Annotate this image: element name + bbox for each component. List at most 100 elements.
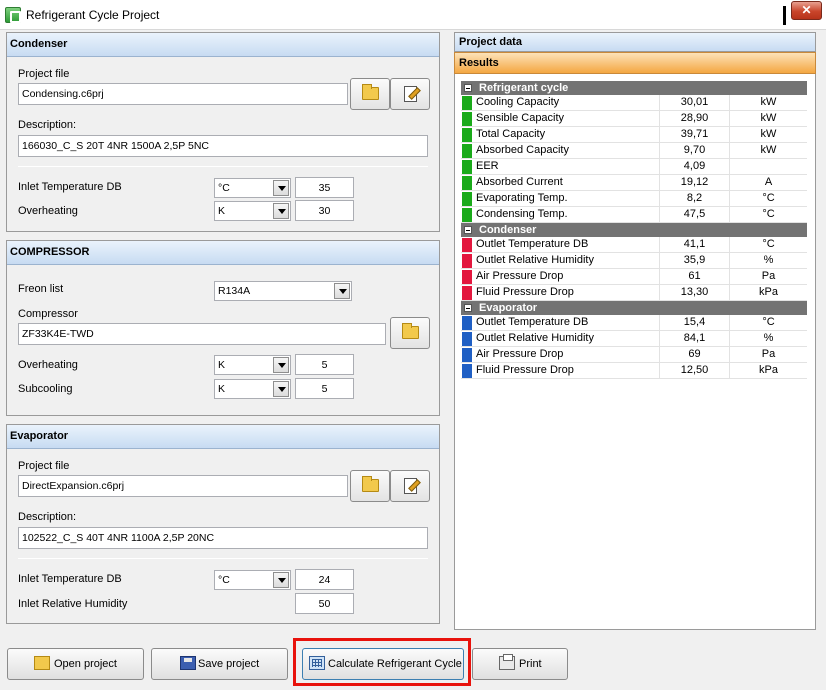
results-row: Fluid Pressure Drop 12,50 kPa bbox=[461, 363, 807, 379]
compressor-browse-button[interactable] bbox=[390, 317, 430, 349]
print-label: Print bbox=[519, 658, 542, 670]
evaporator-edit-button[interactable] bbox=[390, 470, 430, 502]
folder-open-icon bbox=[402, 323, 419, 339]
result-unit: °C bbox=[729, 191, 807, 206]
condenser-description-field[interactable]: 166030_C_S 20T 4NR 1500A 2,5P 5NC bbox=[18, 135, 428, 157]
condenser-project-file-field[interactable]: Condensing.c6prj bbox=[18, 83, 348, 105]
evaporator-description-label: Description: bbox=[18, 511, 77, 523]
result-name: Cooling Capacity bbox=[476, 96, 560, 108]
result-name: Condensing Temp. bbox=[476, 208, 568, 220]
evaporator-project-file-field[interactable]: DirectExpansion.c6prj bbox=[18, 475, 348, 497]
result-unit: °C bbox=[729, 207, 807, 222]
window-title: Refrigerant Cycle Project bbox=[26, 8, 160, 22]
results-row: Absorbed Current 19,12 A bbox=[461, 175, 807, 191]
result-unit: kW bbox=[729, 127, 807, 142]
condenser-inlet-temp-input[interactable]: 35 bbox=[295, 177, 354, 198]
chevron-down-icon[interactable] bbox=[273, 203, 289, 219]
compressor-overheating-input[interactable]: 5 bbox=[295, 354, 354, 375]
title-caret bbox=[783, 6, 786, 25]
compressor-overheating-label: Overheating bbox=[18, 359, 78, 371]
row-color-marker bbox=[462, 364, 472, 378]
chevron-down-icon[interactable] bbox=[334, 283, 350, 299]
condenser-divider bbox=[18, 166, 428, 167]
compressor-overheating-unit-select[interactable]: K bbox=[214, 355, 291, 375]
row-color-marker bbox=[462, 238, 472, 252]
chevron-down-icon[interactable] bbox=[273, 357, 289, 373]
results-group-header[interactable]: Evaporator bbox=[461, 301, 807, 315]
result-name: Absorbed Current bbox=[476, 176, 563, 188]
compressor-overheating-unit-value: K bbox=[218, 359, 226, 371]
result-value: 41,1 bbox=[659, 237, 729, 252]
results-row: EER 4,09 bbox=[461, 159, 807, 175]
results-row: Outlet Relative Humidity 84,1% bbox=[461, 331, 807, 347]
compressor-model-label: Compressor bbox=[18, 308, 78, 320]
result-value: 9,70 bbox=[659, 143, 729, 158]
highlight-box bbox=[293, 638, 471, 686]
result-name: Outlet Relative Humidity bbox=[476, 254, 594, 266]
freon-list-select[interactable]: R134A bbox=[214, 281, 352, 301]
subcooling-input[interactable]: 5 bbox=[295, 378, 354, 399]
folder-open-icon bbox=[362, 476, 379, 492]
condenser-project-file-label: Project file bbox=[18, 68, 70, 80]
condenser-overheating-unit-select[interactable]: K bbox=[214, 201, 291, 221]
results-row: Outlet Temperature DB 15,4 °C bbox=[461, 315, 807, 331]
row-color-marker bbox=[462, 192, 472, 206]
result-value: 12,50 bbox=[659, 363, 729, 378]
evaporator-inlet-rh-label: Inlet Relative Humidity bbox=[18, 598, 128, 610]
printer-icon bbox=[499, 654, 515, 670]
open-project-label: Open project bbox=[54, 658, 117, 670]
results-group-title: Condenser bbox=[479, 224, 537, 236]
chevron-down-icon[interactable] bbox=[273, 572, 289, 588]
row-color-marker bbox=[462, 176, 472, 190]
condenser-panel: Condenser Project file Condensing.c6prj … bbox=[6, 32, 440, 232]
open-project-button[interactable]: Open project bbox=[7, 648, 144, 680]
edit-icon bbox=[404, 86, 417, 102]
evaporator-inlet-temp-input[interactable]: 24 bbox=[295, 569, 354, 590]
evaporator-inlet-rh-input[interactable]: 50 bbox=[295, 593, 354, 614]
results-group-header[interactable]: Condenser bbox=[461, 223, 807, 237]
save-project-label: Save project bbox=[198, 658, 260, 670]
result-unit: kPa bbox=[729, 285, 807, 300]
result-value: 84,1 bbox=[659, 331, 729, 346]
evaporator-inlet-temp-unit-select[interactable]: °C bbox=[214, 570, 291, 590]
condenser-overheating-unit-value: K bbox=[218, 205, 226, 217]
collapse-icon[interactable] bbox=[464, 304, 472, 312]
row-color-marker bbox=[462, 332, 472, 346]
results-group-header[interactable]: Refrigerant cycle bbox=[461, 81, 807, 95]
freon-list-label: Freon list bbox=[18, 283, 64, 295]
evaporator-browse-button[interactable] bbox=[350, 470, 390, 502]
chevron-down-icon[interactable] bbox=[273, 381, 289, 397]
row-color-marker bbox=[462, 96, 472, 110]
results-row: Condensing Temp. 47,5 °C bbox=[461, 207, 807, 223]
collapse-icon[interactable] bbox=[464, 84, 472, 92]
row-color-marker bbox=[462, 254, 472, 268]
close-button[interactable]: ✕ bbox=[791, 1, 822, 20]
result-value: 47,5 bbox=[659, 207, 729, 222]
condenser-inlet-temp-unit-select[interactable]: °C bbox=[214, 178, 291, 198]
row-color-marker bbox=[462, 112, 472, 126]
save-project-button[interactable]: Save project bbox=[151, 648, 288, 680]
condenser-browse-button[interactable] bbox=[350, 78, 390, 110]
collapse-icon[interactable] bbox=[464, 226, 472, 234]
result-unit: °C bbox=[729, 315, 807, 330]
subcooling-unit-value: K bbox=[218, 383, 226, 395]
condenser-edit-button[interactable] bbox=[390, 78, 430, 110]
results-row: Air Pressure Drop 69 Pa bbox=[461, 347, 807, 363]
print-button[interactable]: Print bbox=[472, 648, 568, 680]
title-bar: Refrigerant Cycle Project ✕ bbox=[0, 0, 826, 30]
condenser-inlet-temp-unit-value: °C bbox=[218, 182, 230, 194]
subcooling-label: Subcooling bbox=[18, 383, 73, 395]
condenser-overheating-input[interactable]: 30 bbox=[295, 200, 354, 221]
evaporator-inlet-temp-label: Inlet Temperature DB bbox=[18, 573, 122, 585]
row-color-marker bbox=[462, 348, 472, 362]
compressor-model-field[interactable]: ZF33K4E-TWD bbox=[18, 323, 386, 345]
chevron-down-icon[interactable] bbox=[273, 180, 289, 196]
result-unit: kW bbox=[729, 111, 807, 126]
result-unit: kW bbox=[729, 143, 807, 158]
evaporator-description-field[interactable]: 102522_C_S 40T 4NR 1100A 2,5P 20NC bbox=[18, 527, 428, 549]
result-unit: % bbox=[729, 331, 807, 346]
subcooling-unit-select[interactable]: K bbox=[214, 379, 291, 399]
result-name: Fluid Pressure Drop bbox=[476, 364, 574, 376]
condenser-panel-title: Condenser bbox=[7, 33, 439, 57]
results-row: Total Capacity 39,71 kW bbox=[461, 127, 807, 143]
